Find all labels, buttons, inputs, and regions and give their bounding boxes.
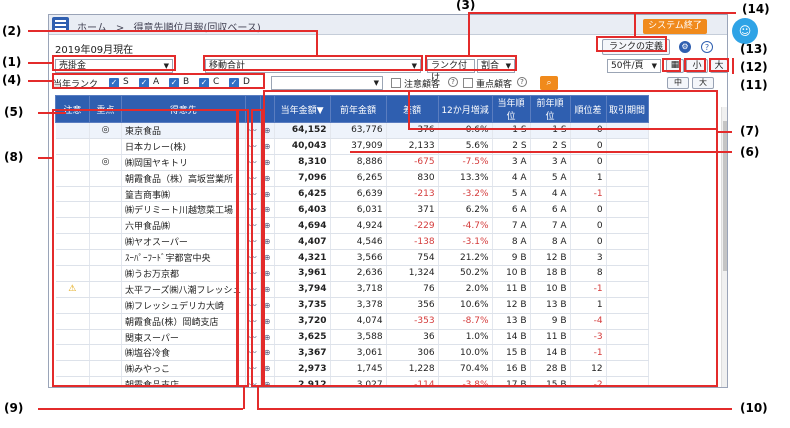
- callout-label-2: (2): [2, 24, 22, 38]
- callout-label-1: (1): [2, 55, 22, 69]
- callout-line-2: [28, 30, 318, 32]
- callout-line-6: [350, 151, 732, 153]
- priority-checkbox[interactable]: [463, 78, 473, 88]
- callout-line-2v: [316, 30, 318, 55]
- callout-line-14v: [634, 12, 636, 36]
- callout-line-10: [257, 408, 732, 410]
- priority-help-icon[interactable]: ?: [517, 77, 527, 87]
- callout-box-11: [662, 58, 681, 72]
- chevron-down-icon: ▼: [373, 79, 379, 87]
- callout-label-14: (14): [742, 2, 770, 16]
- large2-view-label: 大: [699, 78, 707, 87]
- per-page-value: 50件/頁: [611, 61, 644, 71]
- callout-box-9: [237, 109, 249, 387]
- breadcrumb-sep: >: [115, 23, 125, 34]
- breadcrumb-home[interactable]: ホーム: [77, 23, 107, 34]
- scrollbar-thumb[interactable]: [723, 121, 727, 271]
- callout-box-7: [408, 90, 718, 130]
- callout-label-4: (4): [2, 73, 22, 87]
- callout-line-3v: [468, 12, 470, 55]
- callout-label-13: (13): [740, 42, 768, 56]
- callout-label-6: (6): [740, 145, 760, 159]
- callout-line-13v: [732, 58, 734, 74]
- callout-box-8: [52, 109, 238, 387]
- callout-label-9: (9): [4, 401, 24, 415]
- callout-line-5: [38, 112, 66, 114]
- per-page-select[interactable]: 50件/頁 ▼: [607, 59, 661, 73]
- callout-label-5: (5): [4, 105, 24, 119]
- callout-line-9: [38, 408, 243, 410]
- medium-view-button[interactable]: 中: [667, 77, 689, 89]
- vertical-scrollbar[interactable]: [721, 107, 727, 387]
- callout-line-9v: [243, 387, 245, 409]
- help-icon[interactable]: ?: [701, 41, 713, 53]
- attention-help-icon[interactable]: ?: [448, 77, 458, 87]
- callout-box-12b: [709, 58, 729, 72]
- callout-label-7: (7): [740, 124, 760, 138]
- callout-line-1: [28, 62, 52, 64]
- callout-box-12a: [684, 58, 706, 72]
- search-icon[interactable]: ⌕: [540, 76, 558, 90]
- callout-line-7: [716, 131, 732, 133]
- callout-box-3: [425, 55, 517, 71]
- assistant-avatar-icon[interactable]: ☺: [732, 18, 758, 44]
- callout-line-10v: [257, 387, 259, 409]
- top-bar: ホーム > 得意先順位月報(回収ベース) システム終了: [49, 15, 727, 35]
- callout-label-12: (12): [740, 60, 768, 74]
- attention-checkbox[interactable]: [391, 78, 401, 88]
- breadcrumb-page: 得意先順位月報(回収ベース): [133, 23, 261, 34]
- exit-button[interactable]: システム終了: [643, 19, 707, 34]
- callout-box-2: [203, 55, 423, 71]
- callout-label-10: (10): [740, 401, 768, 415]
- customer-search-select[interactable]: ▼: [271, 76, 383, 90]
- callout-box-14: [596, 36, 667, 52]
- callout-label-11: (11): [740, 78, 768, 92]
- medium-view-label: 中: [674, 78, 682, 87]
- callout-box-5: [263, 90, 718, 387]
- callout-line-3: [468, 12, 736, 14]
- callout-label-8: (8): [4, 150, 24, 164]
- callout-box-1: [52, 55, 176, 71]
- callout-label-3: (3): [456, 0, 476, 12]
- attention-label: 注意顧客: [404, 80, 441, 90]
- priority-label: 重点顧客: [476, 80, 513, 90]
- period-label: 2019年09月現在: [55, 45, 134, 56]
- chevron-down-icon: ▼: [651, 62, 657, 70]
- callout-line-4: [28, 80, 52, 82]
- callout-line-8: [38, 157, 52, 159]
- gear-icon[interactable]: ⚙: [679, 41, 691, 53]
- callout-box-10: [251, 109, 263, 387]
- large2-view-button[interactable]: 大: [692, 77, 714, 89]
- callout-box-4: [52, 73, 265, 89]
